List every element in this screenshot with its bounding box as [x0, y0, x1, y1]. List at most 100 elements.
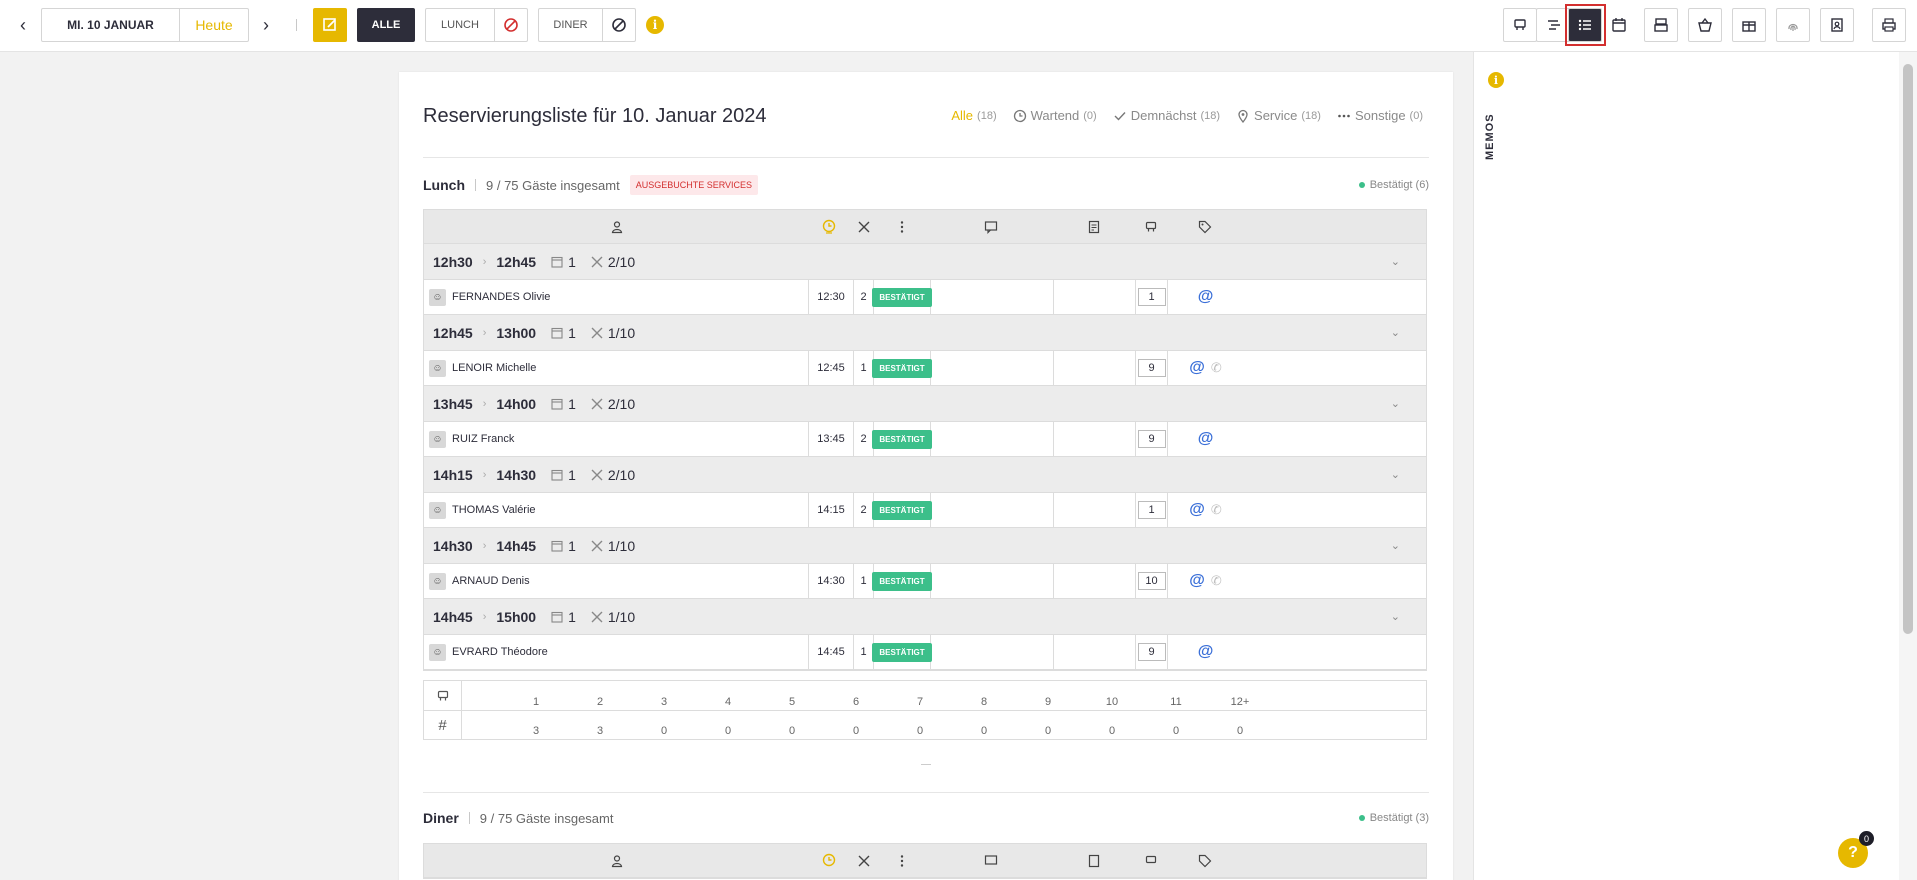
status-column-dots-icon[interactable] — [893, 218, 911, 236]
filter-wartend[interactable]: Wartend (0) — [1013, 108, 1097, 123]
notes-cell[interactable] — [1054, 493, 1136, 527]
comment-cell[interactable] — [931, 422, 1054, 456]
notes-cell[interactable] — [1054, 280, 1136, 314]
reservation-row[interactable]: ☺ EVRARD Théodore 14:45 1 BESTÄTIGT 9 @ — [424, 635, 1426, 670]
time-column-clock-icon[interactable] — [820, 218, 838, 236]
email-icon[interactable]: @ — [1189, 501, 1205, 519]
reservation-row[interactable]: ☺ RUIZ Franck 13:45 2 BESTÄTIGT 9 @ — [424, 422, 1426, 457]
reservation-row[interactable]: ☺ FERNANDES Olivie 12:30 2 BESTÄTIGT 1 @ — [424, 280, 1426, 315]
table-number[interactable]: 1 — [1137, 501, 1166, 519]
table-cell[interactable]: 9 — [1136, 422, 1168, 456]
reservation-row[interactable]: ☺ LENOIR Michelle 12:45 1 BESTÄTIGT 9 @ ✆ — [424, 351, 1426, 386]
time-slot-group[interactable]: 14h30 › 14h45 1 1/10 ⌄ — [424, 528, 1426, 564]
chevron-down-icon[interactable]: ⌄ — [1391, 326, 1400, 339]
new-reservation-button[interactable] — [313, 8, 347, 42]
email-icon[interactable]: @ — [1198, 643, 1214, 661]
diner-label[interactable]: DINER — [539, 9, 603, 41]
table-number[interactable]: 9 — [1137, 430, 1166, 448]
table-cell[interactable]: 9 — [1136, 635, 1168, 669]
reservation-row[interactable]: ☺ THOMAS Valérie 14:15 2 BESTÄTIGT 1 @ ✆ — [424, 493, 1426, 528]
tags-column-tag-icon[interactable] — [1196, 218, 1214, 236]
diner-block-icon[interactable] — [603, 9, 635, 41]
guest-column-person-icon[interactable] — [608, 218, 626, 236]
print-button[interactable] — [1872, 8, 1906, 42]
time-slot-group[interactable]: 12h45 › 13h00 1 1/10 ⌄ — [424, 315, 1426, 351]
guest-name[interactable]: LENOIR Michelle — [452, 362, 536, 374]
filter-sonstige[interactable]: Sonstige (0) — [1337, 108, 1423, 123]
status-cell[interactable]: BESTÄTIGT — [872, 280, 932, 314]
table-cell[interactable]: 9 — [1136, 351, 1168, 385]
guest-cell[interactable]: ☺ RUIZ Franck — [424, 422, 809, 456]
guest-name[interactable]: ARNAUD Denis — [452, 575, 530, 587]
notes-column-doc-icon[interactable] — [1085, 218, 1103, 236]
reservation-row[interactable]: ☺ ARNAUD Denis 14:30 1 BESTÄTIGT 10 @ ✆ — [424, 564, 1426, 599]
status-column-dots-icon[interactable] — [893, 852, 911, 870]
diner-service-toggle[interactable]: DINER — [538, 8, 636, 42]
status-cell[interactable]: BESTÄTIGT — [872, 493, 932, 527]
table-column-table-icon[interactable] — [1142, 852, 1160, 870]
covers-column-cutlery-icon[interactable] — [855, 218, 873, 236]
shop-button[interactable] — [1688, 8, 1722, 42]
notes-column-doc-icon[interactable] — [1085, 852, 1103, 870]
lunch-label[interactable]: LUNCH — [426, 9, 495, 41]
info-button[interactable]: i — [645, 8, 665, 42]
table-number[interactable]: 10 — [1137, 572, 1166, 590]
comment-cell[interactable] — [931, 351, 1054, 385]
table-number[interactable]: 9 — [1137, 359, 1166, 377]
email-icon[interactable]: @ — [1189, 572, 1205, 590]
table-cell[interactable]: 1 — [1136, 493, 1168, 527]
status-cell[interactable]: BESTÄTIGT — [872, 351, 932, 385]
comment-cell[interactable] — [931, 564, 1054, 598]
guest-cell[interactable]: ☺ FERNANDES Olivie — [424, 280, 809, 314]
date-selector[interactable]: MI. 10 JANUAR Heute — [41, 8, 249, 42]
email-icon[interactable]: @ — [1198, 430, 1214, 448]
guest-cell[interactable]: ☺ LENOIR Michelle — [424, 351, 809, 385]
collapse-handle[interactable] — [921, 764, 931, 765]
status-badge[interactable]: BESTÄTIGT — [872, 500, 932, 520]
phone-icon[interactable]: ✆ — [1211, 360, 1222, 376]
table-plan-button[interactable] — [1503, 8, 1537, 42]
chevron-down-icon[interactable]: ⌄ — [1391, 397, 1400, 410]
chevron-down-icon[interactable]: ⌄ — [1391, 610, 1400, 623]
chevron-down-icon[interactable]: ⌄ — [1391, 255, 1400, 268]
filter-all-button[interactable]: ALLE — [357, 8, 415, 42]
notes-cell[interactable] — [1054, 635, 1136, 669]
table-number[interactable]: 9 — [1137, 643, 1166, 661]
chevron-down-icon[interactable]: ⌄ — [1391, 539, 1400, 552]
memos-info-icon[interactable]: i — [1488, 72, 1504, 88]
memos-label[interactable]: MEMOS — [1484, 113, 1496, 160]
next-day-arrow[interactable]: › — [255, 8, 277, 42]
notes-cell[interactable] — [1054, 564, 1136, 598]
comment-column-chat-icon[interactable] — [982, 852, 1000, 870]
status-cell[interactable]: BESTÄTIGT — [872, 635, 932, 669]
filter-service[interactable]: Service (18) — [1236, 108, 1321, 123]
status-badge[interactable]: BESTÄTIGT — [872, 358, 932, 378]
covers-column-cutlery-icon[interactable] — [855, 852, 873, 870]
guest-cell[interactable]: ☺ ARNAUD Denis — [424, 564, 809, 598]
cash-register-button[interactable] — [1644, 8, 1678, 42]
status-cell[interactable]: BESTÄTIGT — [872, 564, 932, 598]
status-badge[interactable]: BESTÄTIGT — [872, 287, 932, 307]
time-slot-group[interactable]: 12h30 › 12h45 1 2/10 ⌄ — [424, 244, 1426, 280]
scrollbar-thumb[interactable] — [1903, 64, 1913, 634]
phone-icon[interactable]: ✆ — [1211, 502, 1222, 518]
today-button[interactable]: Heute — [180, 9, 248, 41]
comment-cell[interactable] — [931, 280, 1054, 314]
contacts-button[interactable] — [1820, 8, 1854, 42]
table-number[interactable]: 1 — [1137, 288, 1166, 306]
table-cell[interactable]: 1 — [1136, 280, 1168, 314]
table-column-table-icon[interactable] — [1142, 218, 1160, 236]
guest-name[interactable]: FERNANDES Olivie — [452, 291, 550, 303]
filter-alle[interactable]: Alle (18) — [951, 108, 996, 123]
chevron-down-icon[interactable]: ⌄ — [1391, 468, 1400, 481]
phone-icon[interactable]: ✆ — [1211, 573, 1222, 589]
comment-cell[interactable] — [931, 493, 1054, 527]
guest-name[interactable]: RUIZ Franck — [452, 433, 514, 445]
filter-demnaechst[interactable]: Demnächst (18) — [1113, 108, 1220, 123]
status-cell[interactable]: BESTÄTIGT — [872, 422, 932, 456]
time-slot-group[interactable]: 13h45 › 14h00 1 2/10 ⌄ — [424, 386, 1426, 422]
prev-day-arrow[interactable]: ‹ — [12, 8, 34, 42]
status-badge[interactable]: BESTÄTIGT — [872, 571, 932, 591]
lunch-closed-icon[interactable] — [495, 9, 527, 41]
current-date[interactable]: MI. 10 JANUAR — [42, 9, 180, 41]
